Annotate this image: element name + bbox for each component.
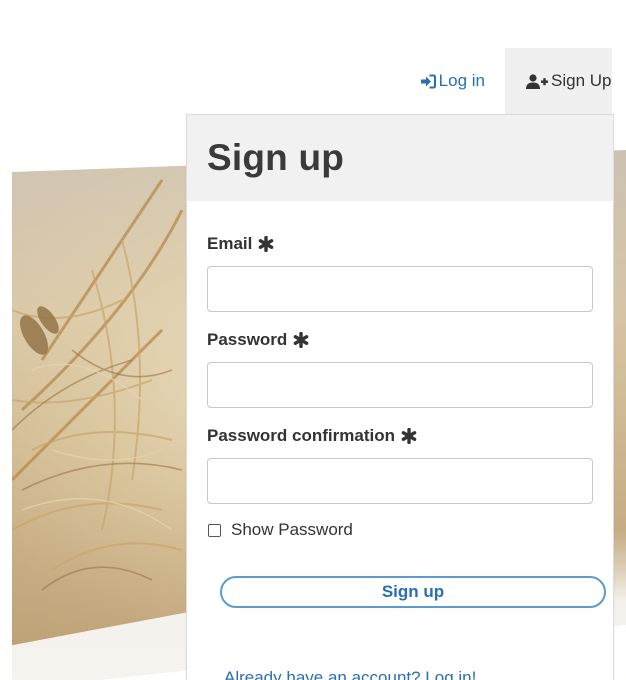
nav-signup-link[interactable]: Sign Up (505, 48, 612, 114)
asterisk-icon (401, 428, 417, 444)
nav-login-label: Log in (438, 71, 485, 90)
signup-submit-button[interactable]: Sign up (220, 576, 606, 608)
password-label: Password (207, 329, 593, 351)
password-label-text: Password (207, 330, 288, 349)
show-password-label[interactable]: Show Password (231, 520, 353, 540)
password-confirmation-input[interactable] (207, 458, 593, 504)
password-input[interactable] (207, 362, 593, 408)
password-confirmation-label: Password confirmation (207, 425, 593, 447)
password-field-group: Password (207, 329, 593, 408)
asterisk-icon (293, 332, 309, 348)
email-label: Email (207, 233, 593, 255)
card-header: Sign up (187, 115, 613, 201)
top-navigation: Log in Sign Up (400, 48, 612, 114)
user-plus-icon (526, 73, 548, 89)
sign-in-icon (420, 74, 436, 89)
nav-signup-label: Sign Up (551, 71, 612, 90)
show-password-checkbox[interactable] (208, 523, 221, 537)
email-input[interactable] (207, 266, 593, 312)
password-confirmation-label-text: Password confirmation (207, 426, 395, 445)
page-title: Sign up (207, 137, 345, 178)
login-link[interactable]: Already have an account? Log in! (224, 668, 593, 680)
nav-login-link[interactable]: Log in (400, 48, 505, 114)
signup-form: Email Password Password confirmation Sho… (187, 201, 613, 680)
email-label-text: Email (207, 234, 253, 253)
asterisk-icon (258, 236, 274, 252)
email-field-group: Email (207, 233, 593, 312)
password-confirmation-field-group: Password confirmation (207, 425, 593, 504)
show-password-option: Show Password (207, 520, 593, 540)
signup-card: Sign up Email Password Password confirma… (186, 114, 614, 680)
page: Log in Sign Up Sign up Email Password Pa… (0, 0, 626, 680)
